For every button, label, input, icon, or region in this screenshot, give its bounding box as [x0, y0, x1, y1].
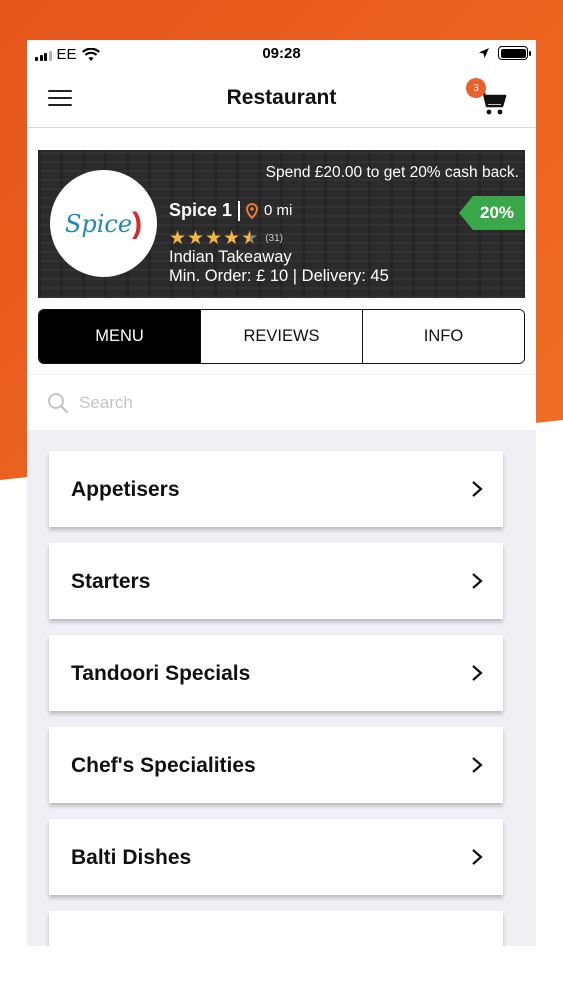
chevron-right-icon — [472, 573, 483, 589]
status-bar: EE 09:28 — [27, 40, 536, 68]
list-item-chefs-specialities[interactable]: Chef's Specialities — [49, 727, 503, 803]
category-label: Appetisers — [71, 478, 180, 501]
list-item-appetisers[interactable]: Appetisers — [49, 451, 503, 527]
chevron-right-icon — [472, 849, 483, 865]
segmented-tabs: MENU REVIEWS INFO — [38, 309, 525, 364]
chevron-right-icon — [472, 757, 483, 773]
category-label: Starters — [71, 570, 151, 593]
list-item-starters[interactable]: Starters — [49, 543, 503, 619]
battery-fill — [500, 48, 526, 58]
restaurant-logo: Spice) — [50, 170, 157, 277]
category-label: Chef's Specialities — [71, 754, 256, 777]
cart-button[interactable]: 3 — [466, 78, 510, 122]
list-item-balti-dishes[interactable]: Balti Dishes — [49, 819, 503, 895]
search-icon — [48, 393, 69, 414]
page-title: Restaurant — [226, 86, 337, 109]
logo-text: Spice — [64, 209, 133, 238]
search-bar — [27, 374, 536, 430]
chevron-right-icon — [472, 665, 483, 681]
discount-badge: 20% — [459, 196, 525, 230]
restaurant-name: Spice 1 — [169, 200, 233, 220]
search-input[interactable] — [79, 387, 499, 419]
order-info: Min. Order: £ 10 | Delivery: 45 — [169, 267, 389, 285]
list-item-partial[interactable] — [49, 911, 503, 946]
tab-menu[interactable]: MENU — [39, 310, 201, 363]
location-arrow-icon — [479, 48, 489, 58]
distance: 0 mi — [264, 202, 293, 219]
chevron-right-icon — [472, 481, 483, 497]
location-pin-icon — [246, 202, 259, 219]
restaurant-name-row: Spice 1 0 mi — [169, 200, 292, 221]
divider — [238, 200, 241, 221]
tab-info[interactable]: INFO — [363, 310, 524, 363]
list-item-tandoori-specials[interactable]: Tandoori Specials — [49, 635, 503, 711]
category-label: Balti Dishes — [71, 846, 192, 869]
rating-row: ★★★★★ (31) — [169, 227, 283, 250]
status-right — [478, 46, 531, 60]
logo-swoosh: ) — [132, 206, 143, 240]
status-time: 09:28 — [262, 45, 301, 62]
nav-bar: Restaurant 3 — [27, 68, 536, 128]
restaurant-banner: Spend £20.00 to get 20% cash back. Spice… — [38, 150, 525, 298]
rating-count: (31) — [265, 233, 283, 244]
cuisine-type: Indian Takeaway — [169, 248, 292, 266]
cart-count-badge: 3 — [466, 78, 486, 98]
category-list: Appetisers Starters Tandoori Specials Ch… — [27, 430, 536, 946]
phone-screen: EE 09:28 Restaurant 3 Spend £20.00 to ge… — [27, 40, 536, 946]
star-rating-icon: ★★★★★ — [169, 228, 260, 249]
promo-text: Spend £20.00 to get 20% cash back. — [265, 164, 519, 181]
tab-reviews[interactable]: REVIEWS — [201, 310, 363, 363]
category-label: Tandoori Specials — [71, 662, 251, 685]
battery-icon — [498, 46, 531, 60]
